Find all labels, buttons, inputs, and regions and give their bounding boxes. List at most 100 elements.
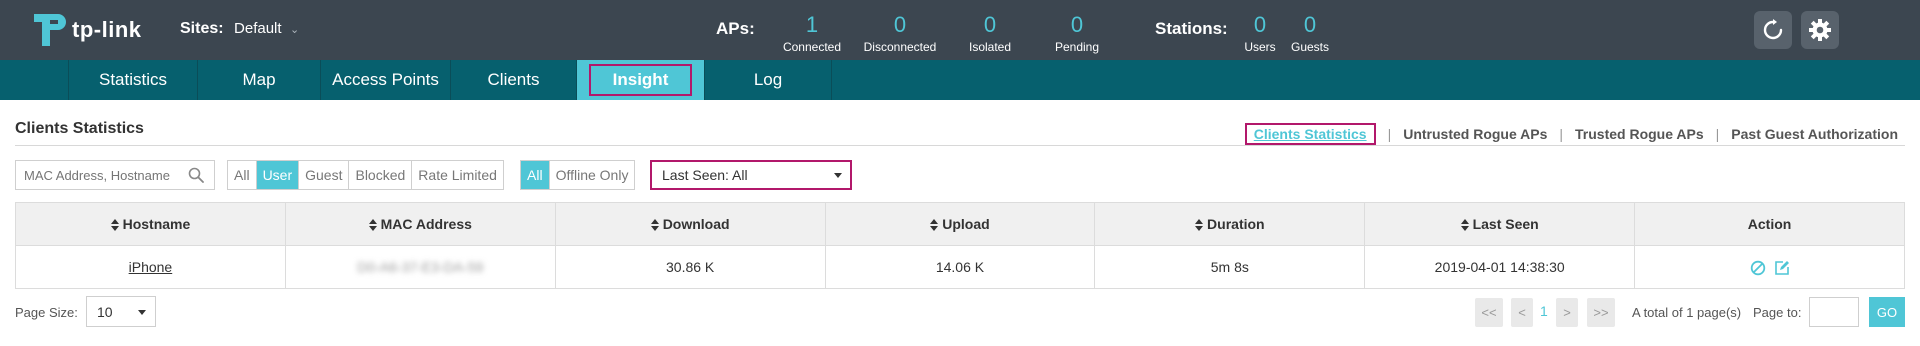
last-page-button[interactable]: >> <box>1587 298 1615 327</box>
filter-rate-limited[interactable]: Rate Limited <box>412 161 503 189</box>
ap-connected-stat[interactable]: 1 Connected <box>782 12 842 54</box>
site-value: Default <box>234 20 282 37</box>
cell-hostname: iPhone <box>15 245 286 289</box>
site-selector[interactable]: Sites: Default ⌄ <box>180 20 299 38</box>
nav-clients[interactable]: Clients <box>451 60 577 100</box>
main-nav: Statistics Map Access Points Clients Ins… <box>0 60 1920 100</box>
go-button[interactable]: GO <box>1869 297 1905 327</box>
caret-down-icon <box>138 310 146 315</box>
first-page-button[interactable]: << <box>1475 298 1503 327</box>
sort-icon <box>650 219 659 232</box>
search-box <box>15 160 215 190</box>
sites-label: Sites: <box>180 20 224 37</box>
hostname-link[interactable]: iPhone <box>129 259 173 275</box>
subnav-separator: | <box>1715 126 1720 142</box>
clients-table: Hostname MAC Address Download Upload Dur… <box>15 202 1905 289</box>
refresh-icon <box>1763 19 1783 40</box>
prev-page-button[interactable]: < <box>1511 298 1533 327</box>
subnav-clients-statistics[interactable]: Clients Statistics <box>1244 123 1376 145</box>
stat-value: 0 <box>1070 12 1084 37</box>
nav-log[interactable]: Log <box>705 60 832 100</box>
stat-caption: Pending <box>1054 40 1100 54</box>
section-divider <box>15 145 1905 146</box>
stat-caption: Isolated <box>968 40 1012 54</box>
client-type-filter: All User Guest Blocked Rate Limited <box>227 160 504 190</box>
table-header-row: Hostname MAC Address Download Upload Dur… <box>15 202 1905 246</box>
filter-all[interactable]: All <box>228 161 257 189</box>
top-header: tp-link Sites: Default ⌄ APs: 1 Connecte… <box>0 0 1920 60</box>
filter-offline-only[interactable]: Offline Only <box>549 161 635 189</box>
next-page-button[interactable]: > <box>1556 298 1578 327</box>
nav-insight-label: Insight <box>588 64 693 96</box>
col-upload-label: Upload <box>942 216 990 232</box>
chevron-down-icon: ⌄ <box>290 24 300 36</box>
stations-users-stat[interactable]: 0 Users <box>1240 12 1280 54</box>
stat-value: 0 <box>1303 12 1317 37</box>
total-pages: A total of 1 page(s) <box>1632 305 1742 320</box>
filter-status-all[interactable]: All <box>521 161 550 189</box>
search-input[interactable] <box>16 161 176 189</box>
caret-down-icon <box>834 173 842 178</box>
sort-icon <box>368 219 377 232</box>
cell-action <box>1634 245 1905 289</box>
nav-insight[interactable]: Insight <box>577 60 705 100</box>
col-hostname-label: Hostname <box>122 216 191 232</box>
stat-caption: Guests <box>1290 40 1329 54</box>
ap-pending-stat[interactable]: 0 Pending <box>1047 12 1107 54</box>
col-upload[interactable]: Upload <box>824 202 1096 246</box>
aps-label: APs: <box>716 19 755 38</box>
nav-access-points[interactable]: Access Points <box>321 60 451 100</box>
tp-link-logo[interactable]: tp-link <box>28 10 148 50</box>
filter-guest[interactable]: Guest <box>299 161 350 189</box>
subnav-trusted-rogue-aps[interactable]: Trusted Rogue APs <box>1575 126 1704 142</box>
sort-icon <box>1460 219 1469 232</box>
filter-blocked[interactable]: Blocked <box>349 161 413 189</box>
filter-user[interactable]: User <box>256 161 300 189</box>
cell-upload: 14.06 K <box>824 245 1096 289</box>
edit-icon[interactable] <box>1774 260 1790 276</box>
page-size-value: 10 <box>97 303 113 320</box>
ap-disconnected-stat[interactable]: 0 Disconnected <box>862 12 938 54</box>
sort-icon <box>1195 219 1204 232</box>
col-duration-label: Duration <box>1207 216 1265 232</box>
ap-isolated-stat[interactable]: 0 Isolated <box>960 12 1020 54</box>
col-duration[interactable]: Duration <box>1094 202 1366 246</box>
settings-button[interactable] <box>1801 11 1839 49</box>
current-page[interactable]: 1 <box>1540 303 1548 319</box>
nav-statistics[interactable]: Statistics <box>68 60 198 100</box>
page-size-label: Page Size: <box>15 305 78 320</box>
stat-value: 0 <box>893 12 907 37</box>
search-icon[interactable] <box>188 167 204 183</box>
subnav-past-guest-authorization[interactable]: Past Guest Authorization <box>1731 126 1898 142</box>
status-filter: All Offline Only <box>520 160 636 190</box>
col-last-seen[interactable]: Last Seen <box>1364 202 1636 246</box>
col-mac-address[interactable]: MAC Address <box>284 202 556 246</box>
col-download[interactable]: Download <box>554 202 826 246</box>
subnav-untrusted-rogue-aps[interactable]: Untrusted Rogue APs <box>1403 126 1547 142</box>
col-action: Action <box>1634 202 1905 246</box>
page-title: Clients Statistics <box>15 120 144 137</box>
stat-value: 0 <box>1253 12 1267 37</box>
table-row: iPhone D0-A6-37-E3-DA-59 30.86 K 14.06 K… <box>15 245 1905 289</box>
cell-duration: 5m 8s <box>1094 245 1366 289</box>
stat-caption: Disconnected <box>863 40 937 54</box>
stations-guests-stat[interactable]: 0 Guests <box>1290 12 1330 54</box>
subnav-separator: | <box>1559 126 1564 142</box>
cell-mac: D0-A6-37-E3-DA-59 <box>284 245 556 289</box>
block-icon[interactable] <box>1750 260 1766 276</box>
col-mac-address-label: MAC Address <box>380 216 472 232</box>
nav-map[interactable]: Map <box>198 60 321 100</box>
gear-icon <box>1809 19 1831 41</box>
last-seen-select[interactable]: Last Seen: All <box>650 160 852 190</box>
col-hostname[interactable]: Hostname <box>15 202 286 246</box>
page-size-select[interactable]: 10 <box>86 296 156 327</box>
refresh-button[interactable] <box>1754 11 1792 49</box>
row-actions <box>1750 260 1790 276</box>
stat-caption: Users <box>1244 40 1276 54</box>
page-to-input[interactable] <box>1809 297 1859 327</box>
page-to-label: Page to: <box>1753 305 1802 320</box>
stat-caption: Connected <box>782 40 842 54</box>
mac-address-value: D0-A6-37-E3-DA-59 <box>357 259 484 275</box>
insight-subnav: Clients Statistics | Untrusted Rogue APs… <box>1244 123 1898 145</box>
cell-last-seen: 2019-04-01 14:38:30 <box>1364 245 1636 289</box>
